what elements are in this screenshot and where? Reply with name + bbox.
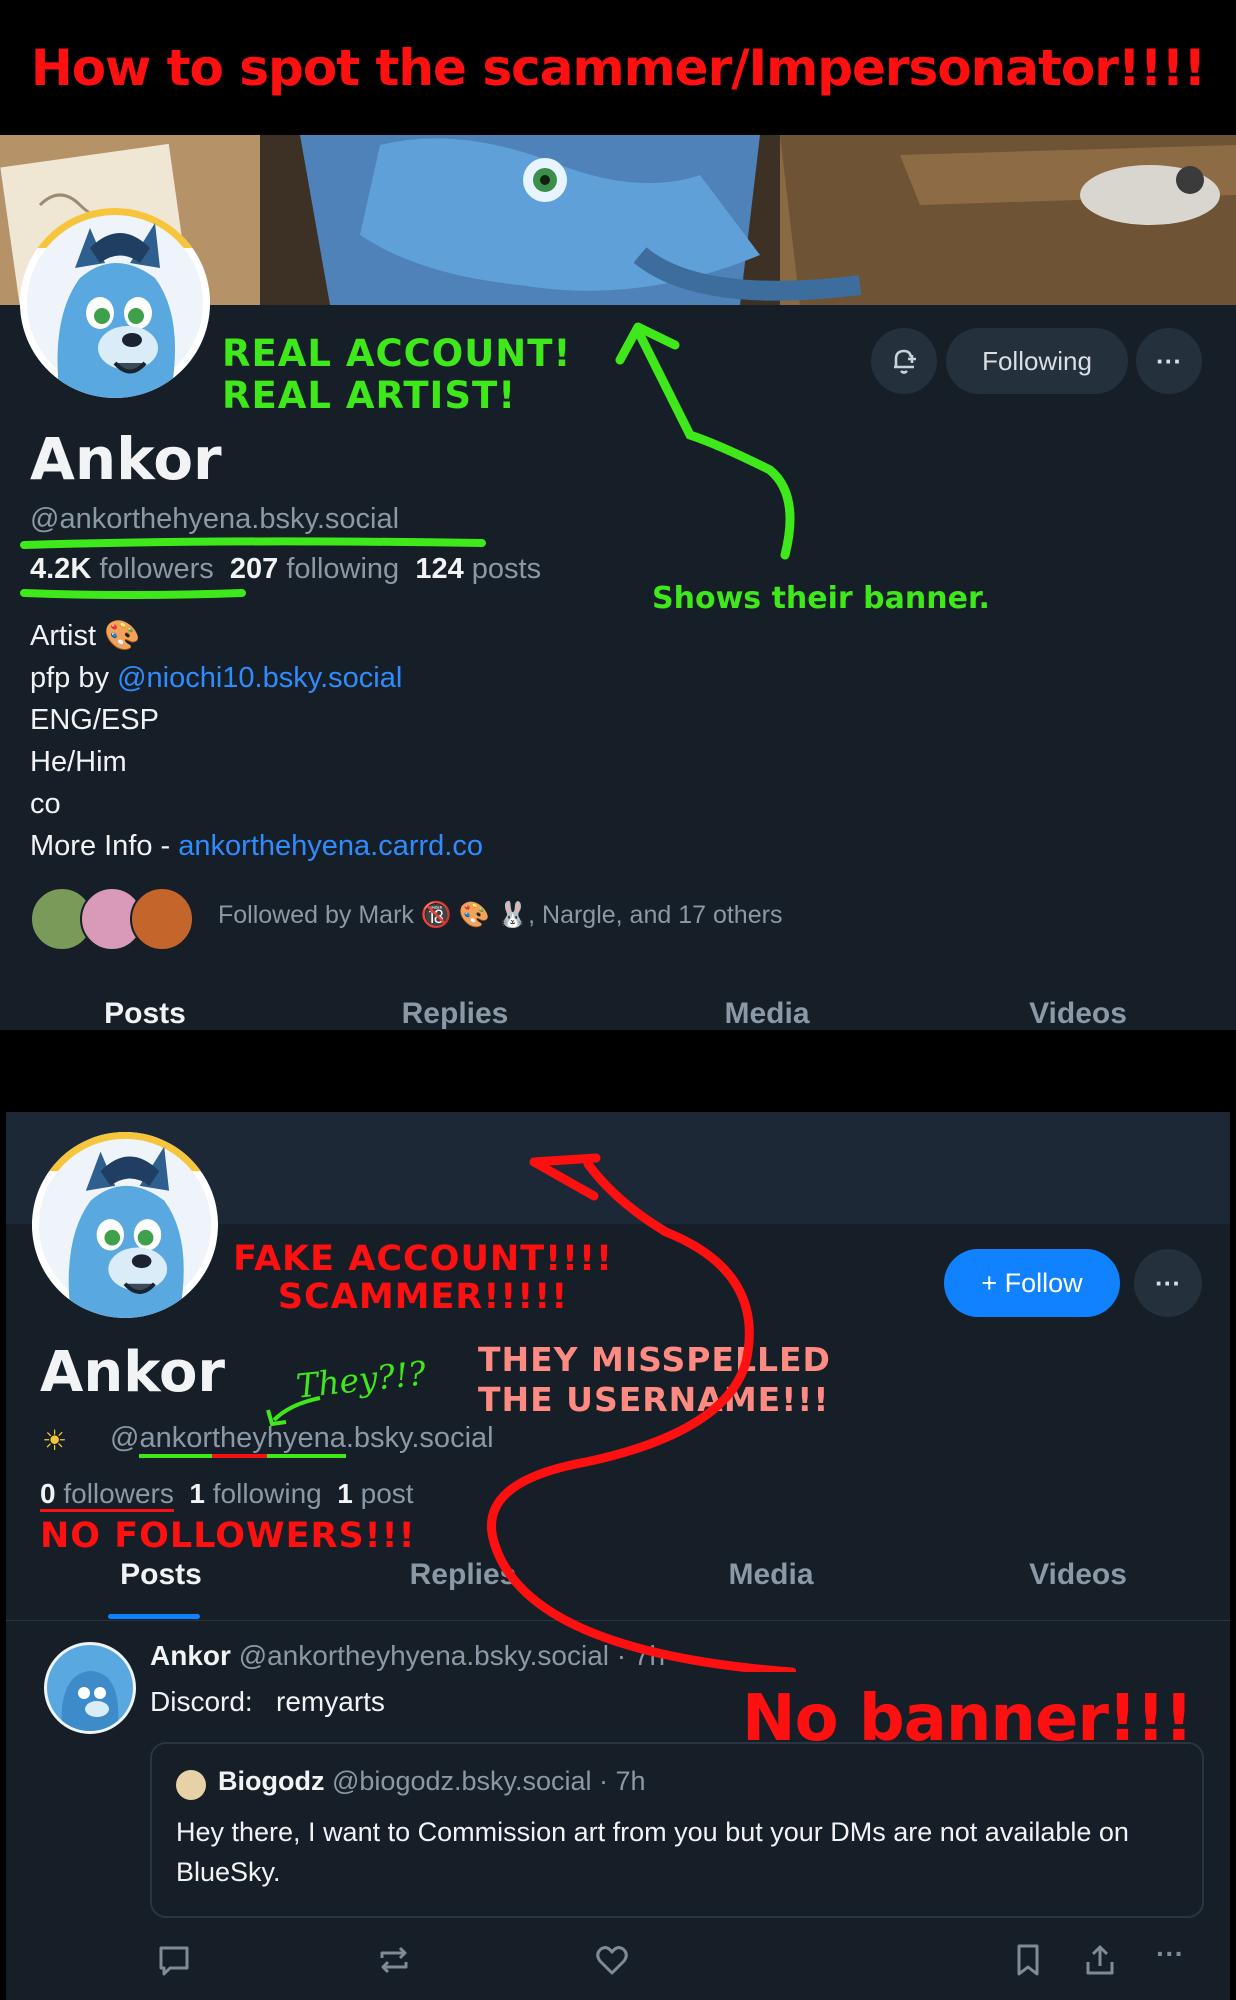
bio-line: Artist 🎨 <box>30 620 141 652</box>
hyena-avatar-illustration <box>20 208 210 398</box>
followed-by-text[interactable]: Followed by Mark 🔞 🎨 🐰, Nargle, and 17 o… <box>218 901 782 930</box>
tab-videos[interactable]: Videos <box>993 997 1163 1030</box>
handle[interactable]: @ankortheyhyena.bsky.social <box>110 1422 494 1458</box>
no-banner-note: No banner!!! <box>742 1682 1193 1756</box>
bio-line: More Info - ankorthehyena.carrd.co <box>30 830 483 862</box>
followers-stat[interactable]: 0 followers <box>40 1478 174 1512</box>
follow-button-label: + Follow <box>981 1267 1083 1298</box>
green-arrow-to-banner <box>615 322 795 560</box>
following-count[interactable]: 207 <box>230 553 278 585</box>
following-count[interactable]: 1 <box>189 1478 205 1509</box>
hyena-avatar-illustration <box>32 1132 218 1318</box>
followers-label: followers <box>99 553 214 585</box>
real-artist-line: REAL ARTIST! <box>222 374 517 417</box>
real-account-annotation: REAL ACCOUNT! REAL ARTIST! <box>222 333 571 417</box>
profile-stats: 0 followers 1 following 1 post <box>40 1478 414 1512</box>
banner-note: Shows their banner. <box>652 581 990 616</box>
handle-part-they: they <box>212 1422 267 1458</box>
title-banner: How to spot the scammer/Impersonator!!!! <box>0 0 1236 135</box>
no-followers-note: NO FOLLOWERS!!! <box>40 1516 416 1556</box>
followers-count: 0 <box>40 1478 56 1509</box>
tab-posts[interactable]: Posts <box>60 997 230 1030</box>
handle-part-ankor: ankor <box>139 1422 212 1458</box>
following-label: following <box>286 553 400 585</box>
red-arrow-to-missing-banner <box>486 1153 796 1672</box>
page-title: How to spot the scammer/Impersonator!!!! <box>30 38 1206 97</box>
reply-icon[interactable] <box>156 1942 192 1978</box>
sun-emoji: ☀ <box>42 1425 68 1456</box>
posts-count: 124 <box>415 553 464 585</box>
post-author-avatar[interactable] <box>44 1642 136 1734</box>
quote-author-handle: @biogodz.bsky.social · 7h <box>332 1766 646 1796</box>
fake-profile-panel: FAKE ACCOUNT!!!! SCAMMER!!!!! + Follow ·… <box>6 1112 1230 2000</box>
green-underline-handle <box>20 537 486 549</box>
post-text: Discord: remyarts <box>150 1686 385 1717</box>
following-label: following <box>212 1478 322 1509</box>
more-icon: ··· <box>1156 345 1182 376</box>
bio: Artist 🎨 pfp by @niochi10.bsky.social EN… <box>30 615 483 867</box>
display-name: Ankor <box>30 425 222 493</box>
palette-emoji: 🎨 <box>104 620 141 652</box>
more-options-button[interactable]: ··· <box>1134 1249 1202 1317</box>
handle-part-hyena: hyena <box>266 1422 346 1458</box>
post-action-bar: ··· <box>150 1938 1210 1982</box>
quoted-post[interactable]: Biogodz @biogodz.bsky.social · 7h Hey th… <box>150 1742 1204 1918</box>
profile-avatar[interactable] <box>32 1132 218 1318</box>
post-author-name[interactable]: Ankor <box>150 1640 231 1671</box>
tab-posts[interactable]: Posts <box>76 1558 246 1592</box>
following-button[interactable]: Following <box>946 328 1128 394</box>
quote-header: Biogodz @biogodz.bsky.social · 7h <box>218 1766 646 1797</box>
profile-avatar[interactable] <box>20 208 210 398</box>
quote-author-name: Biogodz <box>218 1766 325 1796</box>
followers-stat[interactable]: 4.2K followers <box>30 553 214 585</box>
real-account-line: REAL ACCOUNT! <box>222 332 572 375</box>
display-name: Ankor <box>40 1340 226 1405</box>
followers-count: 4.2K <box>30 553 92 585</box>
follow-button[interactable]: + Follow <box>944 1249 1120 1317</box>
carrd-link[interactable]: ankorthehyena.carrd.co <box>178 830 483 862</box>
real-profile-panel: REAL ACCOUNT! REAL ARTIST! Following ···… <box>0 135 1236 1030</box>
green-underline-followers <box>20 589 246 599</box>
handle[interactable]: @ankorthehyena.bsky.social <box>30 503 399 536</box>
like-icon[interactable] <box>594 1942 630 1978</box>
bio-line: co <box>30 788 61 820</box>
following-button-label: Following <box>982 345 1092 376</box>
more-options-button[interactable]: ··· <box>1136 328 1202 394</box>
bio-line: ENG/ESP <box>30 704 159 736</box>
handle-at: @ <box>110 1422 140 1454</box>
bio-line: He/Him <box>30 746 127 778</box>
posts-count: 1 <box>337 1478 353 1509</box>
post-more-icon[interactable]: ··· <box>1156 1938 1184 1970</box>
followers-label: followers <box>63 1478 174 1509</box>
tab-videos[interactable]: Videos <box>993 1558 1163 1592</box>
share-icon[interactable] <box>1082 1942 1118 1978</box>
quote-text: Hey there, I want to Commission art from… <box>176 1817 1129 1887</box>
notify-bell-button[interactable] <box>871 328 937 394</box>
repost-icon[interactable] <box>376 1942 412 1978</box>
hyena-avatar-small <box>61 1671 119 1731</box>
tab-replies[interactable]: Replies <box>370 997 540 1030</box>
quote-author-avatar <box>176 1770 206 1800</box>
profile-stats: 4.2K followers 207 following 124 posts <box>30 553 541 586</box>
posts-label: post <box>360 1478 414 1509</box>
bell-plus-icon <box>894 349 916 374</box>
posts-label: posts <box>471 553 542 585</box>
more-icon: ··· <box>1155 1267 1181 1298</box>
follower-avatars[interactable] <box>30 887 200 951</box>
bio-line: pfp by @niochi10.bsky.social <box>30 662 403 694</box>
bookmark-icon[interactable] <box>1010 1942 1046 1978</box>
active-tab-indicator <box>108 1614 200 1619</box>
tab-media[interactable]: Media <box>682 997 852 1030</box>
pfp-artist-link[interactable]: @niochi10.bsky.social <box>117 662 402 694</box>
follower-avatar <box>130 887 194 951</box>
